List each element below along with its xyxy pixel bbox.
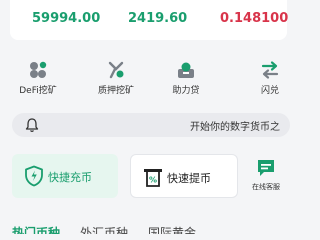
defi-mining-icon [30, 61, 47, 78]
price-third[interactable]: 0.148100 [220, 11, 288, 26]
price-value: 59994.00 [32, 11, 101, 26]
receipt-icon: % [144, 169, 162, 187]
tab-hot-coins[interactable]: 热门币种 [12, 226, 60, 234]
menu-label: DeFi挖矿 [19, 86, 57, 96]
svg-text:%: % [149, 176, 157, 185]
notice-text: 开始你的数字货币之 [190, 122, 280, 133]
quick-withdraw-button[interactable]: % 快速提币 [130, 154, 238, 198]
price-btc[interactable]: 59994.00 [32, 11, 100, 26]
chat-icon [258, 160, 274, 176]
recharge-label: 快捷充币 [48, 171, 92, 184]
tab-gold[interactable]: 国际黄金 [148, 226, 196, 234]
swap-icon [261, 61, 279, 79]
menu-label: 闪兑 [260, 86, 279, 96]
price-value: 0.148100 [220, 11, 289, 26]
quick-menu: DeFi挖矿 质押挖矿 助力贷 闪兑 [0, 60, 297, 98]
market-price-card[interactable]: 59994.00 2419.60 0.148100 [10, 0, 288, 40]
online-service-button[interactable]: 在线客服 [246, 156, 286, 196]
menu-label: 助力贷 [172, 86, 200, 96]
market-tabs: 热门币种 外汇币种 国际黄金 [0, 222, 297, 234]
bell-icon [25, 118, 39, 133]
shield-lightning-icon [25, 165, 43, 187]
notice-bar[interactable]: 开始你的数字货币之 [12, 113, 290, 137]
quick-recharge-button[interactable]: 快捷充币 [12, 154, 118, 198]
withdraw-label: 快速提币 [167, 172, 211, 185]
tab-forex-coins[interactable]: 外汇币种 [80, 226, 128, 234]
home-page: 59994.00 2419.60 0.148100 DeFi挖矿 质押挖矿 助力… [0, 0, 297, 234]
price-value: 2419.60 [128, 11, 188, 26]
menu-label: 质押挖矿 [97, 86, 134, 96]
loan-icon [178, 62, 194, 78]
service-label: 在线客服 [252, 183, 280, 191]
price-eth[interactable]: 2419.60 [128, 11, 188, 26]
staking-mining-icon [108, 61, 124, 79]
